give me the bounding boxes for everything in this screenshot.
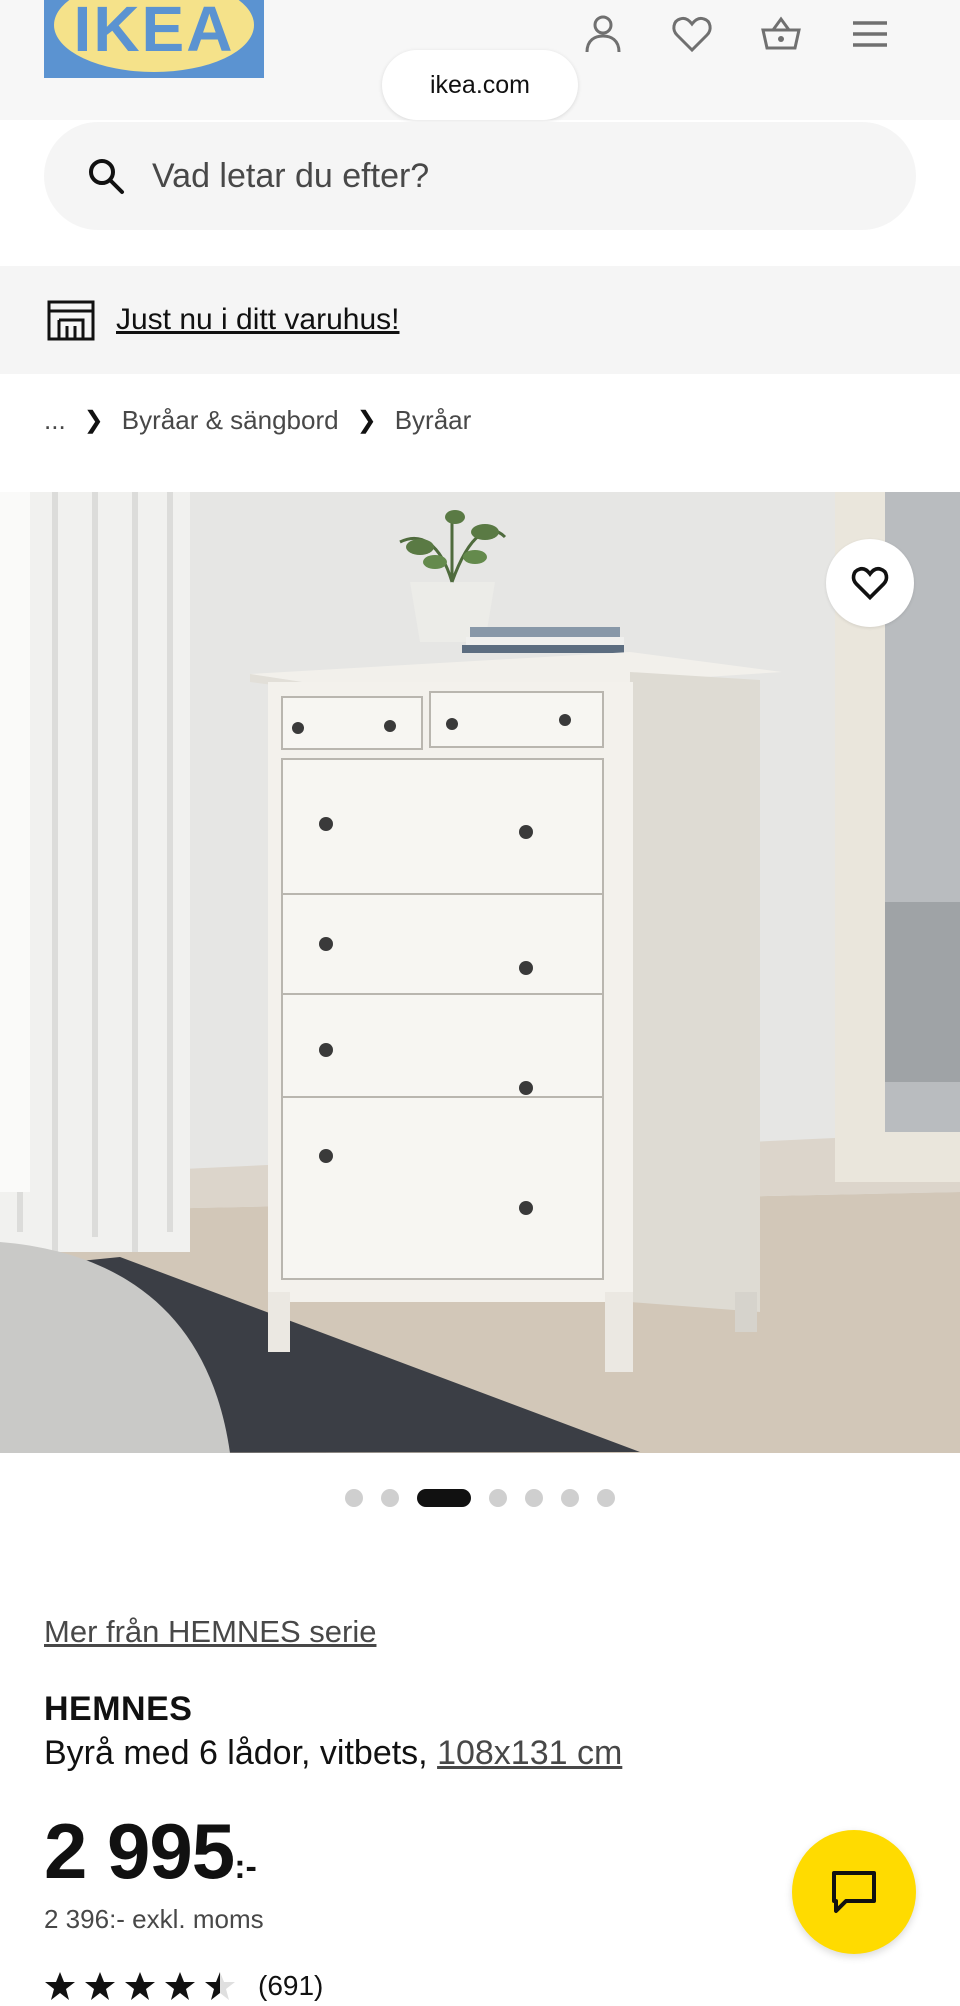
search-input[interactable] <box>150 155 854 197</box>
carousel-dot[interactable] <box>597 1489 615 1507</box>
carousel-dot[interactable] <box>561 1489 579 1507</box>
breadcrumb: ... ❯ Byråar & sängbord ❯ Byråar <box>44 398 471 442</box>
star-icon <box>165 1972 195 2000</box>
breadcrumb-item-dressers[interactable]: Byråar <box>395 405 472 436</box>
review-count[interactable]: (691) <box>258 1970 323 2002</box>
store-icon <box>47 300 95 341</box>
price-amount: 2 995 <box>44 1807 235 1895</box>
product-price: 2 995:- <box>44 1806 257 1897</box>
heart-icon <box>851 566 889 601</box>
image-carousel-dots <box>0 1488 960 1508</box>
add-to-favorites-button[interactable] <box>826 539 914 627</box>
dresser-illustration <box>0 492 960 1453</box>
ikea-logo[interactable]: IKEA <box>44 0 264 78</box>
carousel-dot-active[interactable] <box>417 1489 471 1507</box>
breadcrumb-ellipsis[interactable]: ... <box>44 405 66 436</box>
carousel-dot[interactable] <box>489 1489 507 1507</box>
search-bar[interactable] <box>44 122 916 230</box>
user-icon[interactable] <box>579 10 627 58</box>
product-description-text: Byrå med 6 lådor, vitbets, <box>44 1734 438 1772</box>
carousel-dot[interactable] <box>345 1489 363 1507</box>
search-icon <box>89 159 124 194</box>
price-suffix: :- <box>234 1848 257 1886</box>
product-rating[interactable]: (691) <box>44 1966 323 2006</box>
star-half-icon <box>205 1972 235 2000</box>
rating-stars <box>44 1970 236 2002</box>
store-banner-link[interactable]: Just nu i ditt varuhus! <box>116 303 399 337</box>
menu-icon[interactable] <box>846 10 894 58</box>
breadcrumb-item-dressers-nightstands[interactable]: Byråar & sängbord <box>122 405 339 436</box>
shopping-basket-icon[interactable] <box>757 10 805 58</box>
carousel-dot[interactable] <box>525 1489 543 1507</box>
product-name: HEMNES <box>44 1690 193 1728</box>
chevron-right-icon: ❯ <box>83 406 104 434</box>
price-excl-vat: 2 396:- exkl. moms <box>44 1904 264 1934</box>
logo-text: IKEA <box>73 0 235 65</box>
store-banner[interactable]: Just nu i ditt varuhus! <box>0 266 960 374</box>
chevron-right-icon: ❯ <box>356 406 377 434</box>
product-size-link[interactable]: 108x131 cm <box>437 1734 622 1772</box>
url-bar[interactable]: ikea.com <box>382 50 578 120</box>
star-icon <box>85 1972 115 2000</box>
chat-icon <box>832 1871 876 1913</box>
star-icon <box>45 1972 75 2000</box>
chat-button[interactable] <box>792 1830 916 1954</box>
series-link[interactable]: Mer från HEMNES serie <box>44 1614 376 1650</box>
star-icon <box>125 1972 155 2000</box>
carousel-dot[interactable] <box>381 1489 399 1507</box>
heart-icon[interactable] <box>668 10 716 58</box>
product-description: Byrå med 6 lådor, vitbets, 108x131 cm <box>44 1734 622 1773</box>
product-image[interactable] <box>0 492 960 1453</box>
